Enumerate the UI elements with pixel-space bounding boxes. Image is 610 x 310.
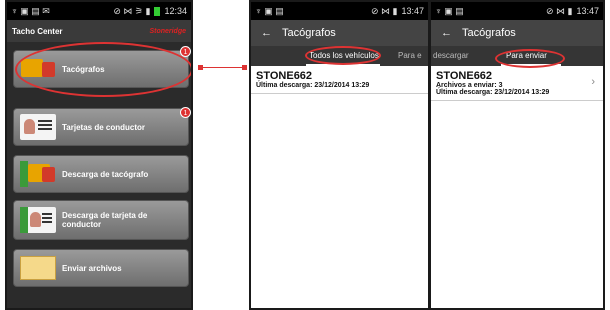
menu-item-descarga-tarjeta[interactable]: Descarga de tarjeta de conductor xyxy=(13,200,189,240)
phone-all-vehicles: ♆ ▣ ▤ ⊘ ⋈ ▮ 13:47 ← Tacógrafos Todos los… xyxy=(249,0,430,310)
status-icons-left: ♆ ▣ ▤ xyxy=(255,5,284,16)
driver-card-icon xyxy=(20,114,56,140)
annotation-connector xyxy=(198,67,244,68)
status-icons-right: ⊘ ⋈ ⚞ ▮ xyxy=(113,5,151,16)
phone-to-send: ♆ ▣ ▤ ⊘ ⋈ ▮ 13:47 ← Tacógrafos descargar… xyxy=(429,0,605,310)
envelope-icon xyxy=(20,255,56,281)
back-arrow-icon[interactable]: ← xyxy=(441,27,452,39)
list-item-vehicle[interactable]: STONE662 Última descarga: 23/12/2014 13:… xyxy=(251,66,428,94)
battery-icon xyxy=(154,6,161,16)
status-icons-left: ♆ ▣ ▤ xyxy=(435,5,464,16)
list-item-vehicle[interactable]: STONE662 Archivos a enviar: 3 Última des… xyxy=(431,66,603,101)
truck-download-icon xyxy=(20,161,56,187)
phone-main-menu: ♆ ▣ ▤ ✉ ⊘ ⋈ ⚞ ▮ 12:34 Tacho Center Stone… xyxy=(5,0,193,310)
action-bar: ← Tacógrafos xyxy=(431,20,603,46)
highlight-circle xyxy=(305,46,381,65)
menu-item-label: Descarga de tarjeta de conductor xyxy=(62,211,148,229)
last-download: Última descarga: 23/12/2014 13:29 xyxy=(436,89,550,96)
last-download: Última descarga: 23/12/2014 13:29 xyxy=(256,82,370,89)
vehicle-name: STONE662 xyxy=(256,70,313,82)
card-download-icon xyxy=(20,207,56,233)
menu-item-label: Enviar archivos xyxy=(62,263,122,273)
annotation-marker xyxy=(242,65,247,70)
notification-badge: 1 xyxy=(180,107,191,118)
clock: 12:34 xyxy=(164,6,187,16)
menu-item-descarga-tacografo[interactable]: Descarga de tacógrafo xyxy=(13,155,189,193)
screen-title: Tacógrafos xyxy=(462,27,516,39)
highlight-circle xyxy=(15,42,191,97)
menu-item-tarjetas[interactable]: Tarjetas de conductor xyxy=(13,108,189,146)
menu-item-enviar[interactable]: Enviar archivos xyxy=(13,249,189,287)
status-bar: ♆ ▣ ▤ ⊘ ⋈ ▮ 13:47 xyxy=(431,2,603,20)
stoneridge-logo: Stoneridge xyxy=(149,27,186,35)
status-icons-right: ⊘ ⋈ ▮ xyxy=(370,5,398,16)
tab-para-enviar-partial[interactable]: Para e xyxy=(398,51,422,60)
chevron-right-icon: › xyxy=(591,76,595,88)
clock: 13:47 xyxy=(401,6,424,16)
status-icons-right: ⊘ ⋈ ▮ xyxy=(545,5,573,16)
app-title: Tacho Center xyxy=(12,26,63,36)
clock: 13:47 xyxy=(576,6,599,16)
vehicle-name: STONE662 xyxy=(436,70,493,82)
status-icons-left: ♆ ▣ ▤ ✉ xyxy=(11,5,50,16)
app-header: Tacho Center Stoneridge xyxy=(7,20,191,42)
screen-title: Tacógrafos xyxy=(282,27,336,39)
files-to-send: Archivos a enviar: 3 xyxy=(436,82,503,89)
menu-item-label: Descarga de tacógrafo xyxy=(62,169,149,179)
menu-item-label: Tarjetas de conductor xyxy=(62,122,145,132)
tab-descargar-partial[interactable]: descargar xyxy=(433,51,469,60)
status-bar: ♆ ▣ ▤ ✉ ⊘ ⋈ ⚞ ▮ 12:34 xyxy=(7,2,191,20)
status-bar: ♆ ▣ ▤ ⊘ ⋈ ▮ 13:47 xyxy=(251,2,428,20)
back-arrow-icon[interactable]: ← xyxy=(261,27,272,39)
action-bar: ← Tacógrafos xyxy=(251,20,428,46)
